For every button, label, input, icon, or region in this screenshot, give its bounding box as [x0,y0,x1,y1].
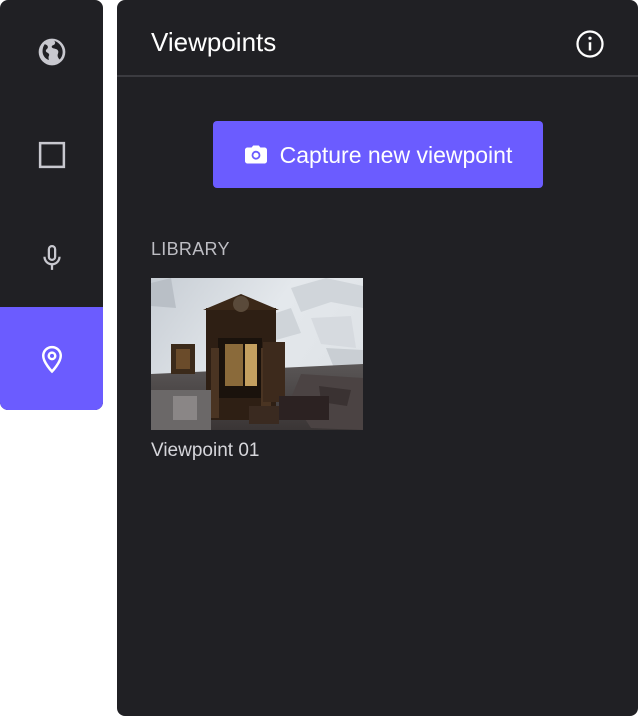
globe-icon [38,38,65,65]
nav-item-location[interactable] [0,307,103,410]
viewpoints-panel: Viewpoints Capture new viewpoint LIBRARY [117,0,638,716]
info-icon[interactable] [575,29,605,59]
library-section-label: LIBRARY [151,239,230,259]
nav-rail [0,0,103,410]
camera-icon [244,145,267,163]
location-pin-icon [41,345,62,373]
panel-header: Viewpoints [117,0,638,77]
viewpoint-card[interactable]: Viewpoint 01 [151,278,363,461]
panel-title: Viewpoints [151,27,277,57]
capture-button-label: Capture new viewpoint [279,141,513,168]
microphone-icon [42,244,61,270]
viewpoint-label: Viewpoint 01 [151,440,260,461]
nav-item-square[interactable] [0,103,103,206]
capture-viewpoint-button[interactable]: Capture new viewpoint [213,121,543,188]
nav-item-microphone[interactable] [0,206,103,309]
square-icon [38,141,65,168]
viewpoint-thumbnail [151,278,363,430]
nav-item-globe[interactable] [0,0,103,103]
